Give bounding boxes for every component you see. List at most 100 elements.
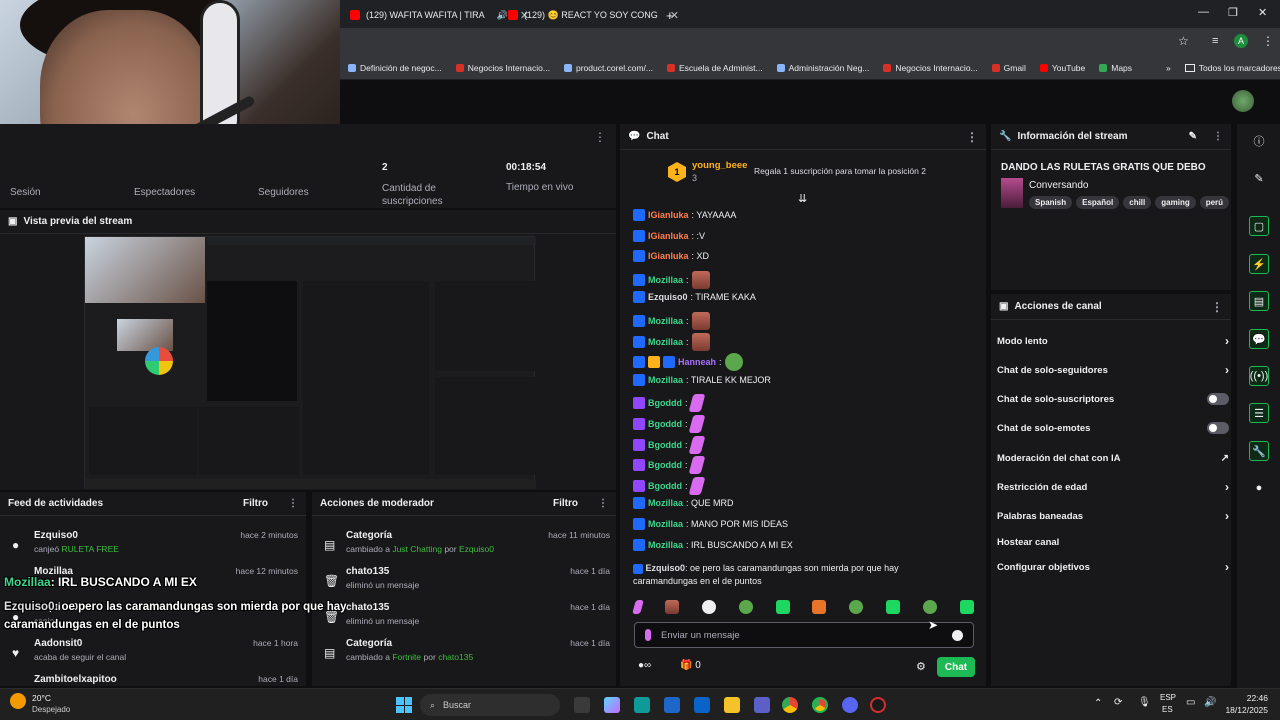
kebab-icon[interactable]: ⋮ xyxy=(966,130,978,144)
action-slow-mode[interactable]: Modo lento › xyxy=(997,330,1229,352)
copilot-icon[interactable] xyxy=(604,697,620,713)
speaker-icon[interactable]: 🔊 xyxy=(497,10,508,21)
edit-icon[interactable]: ✎ xyxy=(1189,131,1197,142)
volume-icon[interactable]: 🔊 xyxy=(1204,697,1216,708)
language-code[interactable]: ESP xyxy=(1160,693,1176,702)
chat-bubble-icon[interactable]: 💬 xyxy=(1249,329,1269,349)
feed-filter-button[interactable]: Filtro xyxy=(243,498,268,509)
menu-icon[interactable]: ⋮ xyxy=(1262,34,1274,48)
action-configure-goals[interactable]: Configurar objetivos › xyxy=(997,556,1229,578)
mod-item[interactable]: ▤ Categoría cambiado a Fortnite por chat… xyxy=(318,636,614,672)
explorer-icon[interactable] xyxy=(724,697,740,713)
bookmark-gmail[interactable]: Gmail xyxy=(991,63,1026,73)
tag[interactable]: chill xyxy=(1123,196,1152,209)
kebab-icon[interactable]: ⋮ xyxy=(598,498,608,509)
chat-username[interactable]: Bgoddd xyxy=(648,481,682,491)
bookmark-item[interactable]: Administración Neg... xyxy=(776,63,869,73)
user-avatar[interactable] xyxy=(1232,90,1254,112)
clock-time[interactable]: 22:46 xyxy=(1222,693,1268,703)
teams-icon[interactable] xyxy=(754,697,770,713)
chat-username[interactable]: Mozillaa xyxy=(648,498,683,508)
discord-icon[interactable] xyxy=(842,697,858,713)
document-icon[interactable]: ▤ xyxy=(1249,291,1269,311)
settings-icon[interactable]: ⚙ xyxy=(916,660,926,673)
new-tab-button[interactable]: + xyxy=(666,4,674,26)
feed-item[interactable]: ● Ezquiso0 canjeó RULETA FREE hace 2 min… xyxy=(6,528,302,564)
tag[interactable]: Spanish xyxy=(1029,196,1073,209)
chat-username[interactable]: Mozillaa xyxy=(648,275,683,285)
category-thumbnail[interactable] xyxy=(1001,178,1023,208)
language-region[interactable]: ES xyxy=(1162,705,1173,714)
chat-username[interactable]: Ezquiso0 xyxy=(648,292,688,302)
chat-username[interactable]: Bgoddd xyxy=(648,460,682,470)
star-icon[interactable]: ☆ xyxy=(1178,34,1189,48)
action-age-restriction[interactable]: Restricción de edad › xyxy=(997,476,1229,498)
kebab-icon[interactable]: ⋮ xyxy=(594,130,606,144)
mic-icon[interactable]: 🎙 xyxy=(1138,697,1151,708)
network-icon[interactable]: ▭ xyxy=(1186,697,1195,708)
all-bookmarks[interactable]: Todos los marcadores xyxy=(1184,63,1280,73)
chat-username[interactable]: Mozillaa xyxy=(648,337,683,347)
mod-item[interactable]: 🗑 chato135 eliminó un mensaje hace 1 día xyxy=(318,564,614,600)
emote-icon[interactable] xyxy=(849,600,864,614)
start-icon[interactable] xyxy=(396,697,412,713)
kebab-icon[interactable]: ⋮ xyxy=(1213,131,1223,142)
clock-date[interactable]: 18/12/2025 xyxy=(1222,705,1268,715)
chat-username[interactable]: Mozillaa xyxy=(648,519,683,529)
scroll-down-icon[interactable]: ⇊ xyxy=(798,192,807,205)
store-icon[interactable] xyxy=(664,697,680,713)
broadcast-icon[interactable]: ((•)) xyxy=(1249,366,1269,386)
obs-icon[interactable] xyxy=(870,697,886,713)
leaderboard[interactable]: 1 young_beee 3 Regala 1 suscripción para… xyxy=(668,160,978,188)
emote-icon[interactable] xyxy=(632,600,644,614)
edge-icon[interactable] xyxy=(634,697,650,713)
bookmark-item[interactable]: Escuela de Administ... xyxy=(666,63,763,73)
chat-username[interactable]: Mozillaa xyxy=(648,316,683,326)
emote-icon[interactable] xyxy=(886,600,901,614)
kebab-icon[interactable]: ⋮ xyxy=(1211,300,1223,314)
bookmark-youtube[interactable]: YouTube xyxy=(1039,63,1085,73)
send-chat-button[interactable]: Chat xyxy=(937,657,975,677)
action-followers-only[interactable]: Chat de solo-seguidores › xyxy=(997,359,1229,381)
chat-username[interactable]: Bgoddd xyxy=(648,419,682,429)
minimize-icon[interactable]: — xyxy=(1198,6,1209,18)
bookmark-item[interactable]: Definición de negoc... xyxy=(348,63,442,73)
channel-points[interactable]: 🎁 0 xyxy=(680,660,701,671)
emote-icon[interactable] xyxy=(775,600,790,614)
bookmark-item[interactable]: Negocios Internacio... xyxy=(883,63,978,73)
window-close-icon[interactable]: ✕ xyxy=(1258,6,1267,19)
chat-input[interactable]: Enviar un mensaje xyxy=(634,622,974,648)
browser-tab-1[interactable]: (129) WAFITA WAFITA | TIRA 🔊 ✕ xyxy=(350,4,529,26)
preview-video[interactable] xyxy=(84,236,536,489)
more-bookmarks-icon[interactable]: » xyxy=(1166,63,1171,73)
layers-icon[interactable]: ☰ xyxy=(1249,403,1269,423)
chat-username[interactable]: Mozillaa xyxy=(648,540,683,550)
profile-avatar[interactable]: A xyxy=(1234,34,1248,48)
lightning-icon[interactable]: ⚡ xyxy=(1249,254,1269,274)
mod-filter-button[interactable]: Filtro xyxy=(553,498,578,509)
task-view-icon[interactable] xyxy=(574,697,590,713)
emote-icon[interactable] xyxy=(701,600,716,614)
feed-item[interactable]: ♥ Aadonsit0 acaba de seguir el canal hac… xyxy=(6,636,302,672)
points-icon[interactable]: ● xyxy=(1249,478,1269,498)
preview-toggle-icon[interactable]: ▢ xyxy=(1249,216,1269,236)
sync-icon[interactable]: ⟳ xyxy=(1114,697,1122,708)
kebab-icon[interactable]: ⋮ xyxy=(288,498,298,509)
media-icon[interactable]: ≡ xyxy=(1212,35,1218,47)
info-icon[interactable]: ⓘ xyxy=(1249,131,1269,151)
chat-username[interactable]: IGianluka xyxy=(648,210,689,220)
subs-only-toggle[interactable] xyxy=(1207,393,1229,405)
emoji-icon[interactable] xyxy=(952,629,963,641)
wrench-icon[interactable]: 🔧 xyxy=(1249,441,1269,461)
emote-icon[interactable] xyxy=(959,600,974,614)
chat-username[interactable]: Mozillaa xyxy=(648,375,683,385)
chat-username[interactable]: Bgoddd xyxy=(648,398,682,408)
tag[interactable]: Español xyxy=(1076,196,1120,209)
tag[interactable]: perú xyxy=(1199,196,1230,209)
chrome-icon[interactable] xyxy=(782,697,798,713)
emotes-only-toggle[interactable] xyxy=(1207,422,1229,434)
emote-icon[interactable] xyxy=(812,600,827,614)
bookmark-item[interactable]: Negocios Internacio... xyxy=(455,63,550,73)
points-icon[interactable]: ●∞ xyxy=(638,660,651,671)
chat-username[interactable]: IGianluka xyxy=(648,251,689,261)
